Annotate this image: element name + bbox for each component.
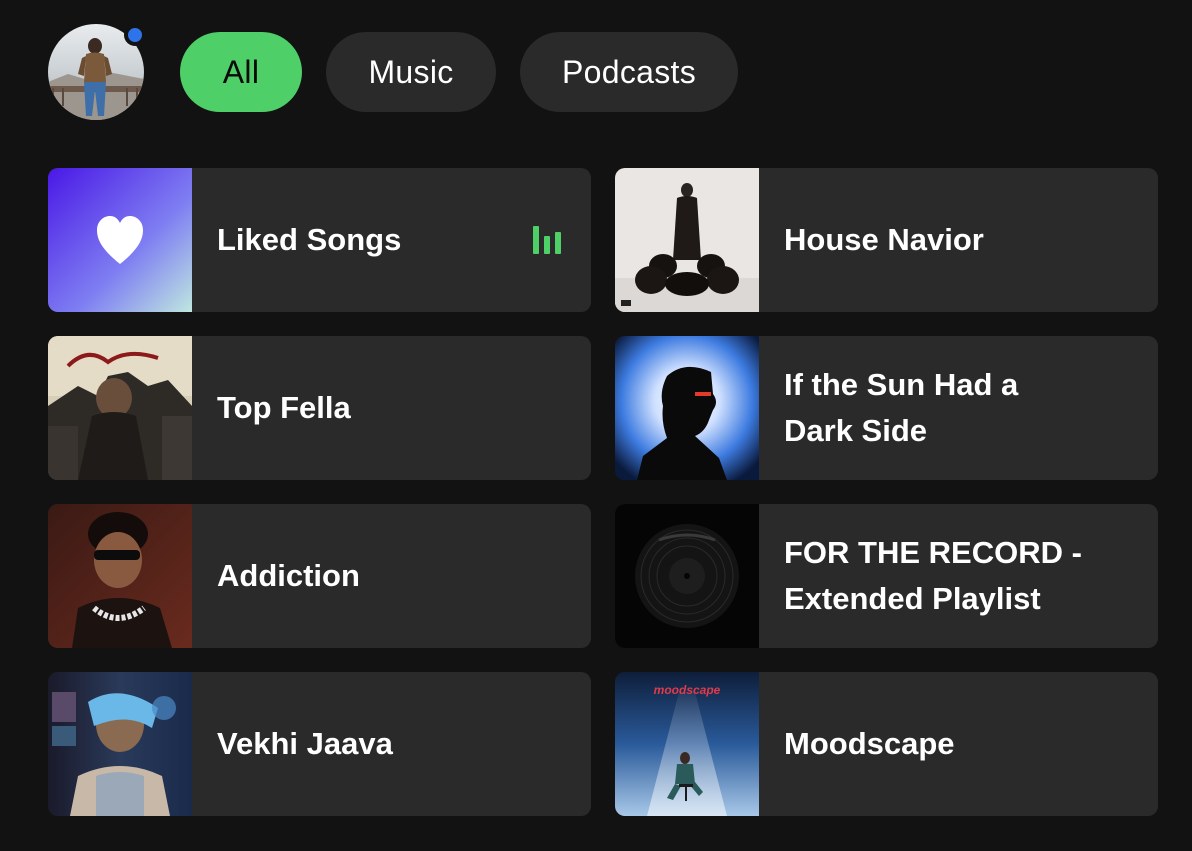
home-screen: All Music Podcasts Liked Songs House Nav…: [0, 0, 1192, 851]
library-card-vekhi-jaava[interactable]: Vekhi Jaava: [48, 672, 591, 816]
profile-avatar[interactable]: [48, 24, 146, 120]
recent-library-grid: Liked Songs House Navior Top Fella If th…: [48, 168, 1158, 816]
library-card-top-fella[interactable]: Top Fella: [48, 336, 591, 480]
card-title: Top Fella: [217, 390, 351, 425]
moodscape-cover-text: moodscape: [654, 683, 721, 697]
liked-songs-artwork: [48, 168, 192, 312]
card-title: FOR THE RECORD - Extended Playlist: [784, 535, 1082, 616]
card-title: Moodscape: [784, 726, 955, 761]
vekhi-jaava-artwork: [48, 672, 192, 816]
card-title: House Navior: [784, 222, 984, 257]
moodscape-artwork: moodscape: [615, 672, 759, 816]
addiction-artwork: [48, 504, 192, 648]
library-card-addiction[interactable]: Addiction: [48, 504, 591, 648]
library-card-if-the-sun-had-a-dark-side[interactable]: If the Sun Had a Dark Side: [615, 336, 1158, 480]
filter-chip-all[interactable]: All: [180, 32, 302, 112]
card-title: Liked Songs: [217, 222, 402, 257]
library-card-liked-songs[interactable]: Liked Songs: [48, 168, 591, 312]
card-title: Vekhi Jaava: [217, 726, 393, 761]
house-navior-artwork: [615, 168, 759, 312]
card-title: Addiction: [217, 558, 360, 593]
notification-dot: [124, 24, 146, 46]
library-card-moodscape[interactable]: moodscape Moodscape: [615, 672, 1158, 816]
filter-chip-podcasts[interactable]: Podcasts: [520, 32, 738, 112]
if-the-sun-had-a-dark-side-artwork: [615, 336, 759, 480]
top-fella-artwork: [48, 336, 192, 480]
library-card-for-the-record[interactable]: FOR THE RECORD - Extended Playlist: [615, 504, 1158, 648]
filter-chip-music[interactable]: Music: [326, 32, 496, 112]
now-playing-equalizer-icon: [533, 224, 565, 254]
library-card-house-navior[interactable]: House Navior: [615, 168, 1158, 312]
card-title: If the Sun Had a Dark Side: [784, 367, 1019, 448]
top-bar: All Music Podcasts: [48, 24, 762, 120]
vinyl-record-icon: [615, 504, 759, 648]
